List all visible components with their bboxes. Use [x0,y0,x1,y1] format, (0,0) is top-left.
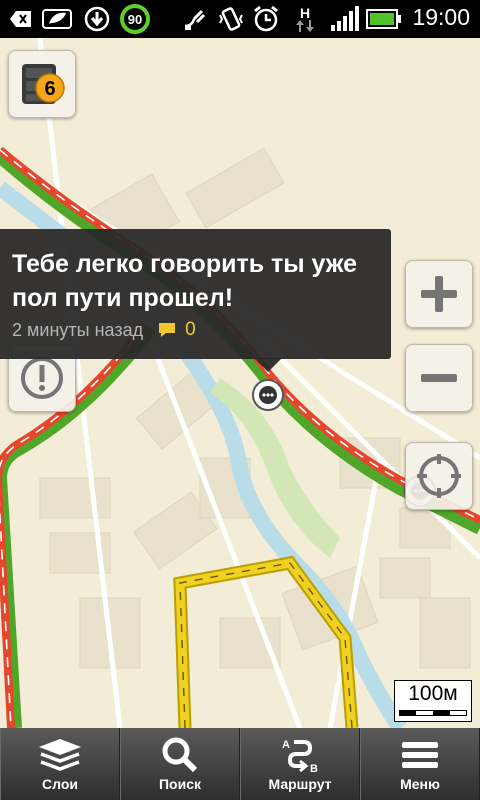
locate-button[interactable] [405,442,473,510]
clock-time: 19:00 [412,4,470,30]
scale-ruler [399,710,467,716]
layers-icon [37,736,83,774]
hamburger-icon [400,736,440,774]
traffic-level-button[interactable]: 6 [8,50,76,118]
battery-percent-icon: 90 [118,4,152,34]
zoom-out-button[interactable] [405,344,473,412]
menu-label: Меню [400,776,440,792]
search-label: Поиск [158,776,201,792]
plus-icon [421,276,457,312]
route-point-b: B [310,763,318,774]
signal-icon [327,5,361,33]
network-label: H [299,5,311,21]
network-h-icon: H [293,5,317,33]
speech-bubble-icon [159,323,176,337]
back-delete-icon [6,5,36,33]
magnifier-icon [160,736,200,774]
route-label: Маршрут [268,776,332,792]
battery-icon [364,5,404,33]
exclamation-icon [21,357,63,399]
route-point-a: A [282,739,290,751]
alarm-clock-icon [250,5,282,33]
scale-bar: 100м [394,680,472,722]
search-button[interactable]: Поиск [120,728,240,800]
scale-label: 100м [408,682,458,705]
comment-meta: 2 минуты назад 0 [12,319,196,341]
comment-marker-1[interactable] [252,379,284,411]
battery-badge-text: 90 [128,12,142,27]
traffic-light-icon: 6 [22,64,65,104]
comment-text: Тебе легко говорить ты уже пол пути прош… [12,250,358,312]
route-button[interactable]: A B Маршрут [240,728,360,800]
leaf-icon [40,5,74,33]
layers-button[interactable]: Слои [0,728,120,800]
status-bar: 90 H 19:00 [0,0,480,38]
satellite-icon [180,5,210,33]
popup-tail [254,358,282,372]
traffic-level-number: 6 [44,78,55,100]
zoom-in-button[interactable] [405,260,473,328]
comment-time: 2 минуты назад [12,319,144,340]
menu-button[interactable]: Меню [360,728,480,800]
minus-icon [421,374,457,382]
route-icon: A B [278,736,322,774]
bottom-toolbar: Слои Поиск A B Маршрут Меню [0,728,480,800]
comment-popup[interactable]: Тебе легко говорить ты уже пол пути прош… [0,229,391,359]
layers-label: Слои [42,776,78,792]
compass-locate-icon [417,454,461,498]
vibrate-icon [216,5,246,33]
comment-count: 0 [185,319,196,340]
download-icon [82,5,112,33]
